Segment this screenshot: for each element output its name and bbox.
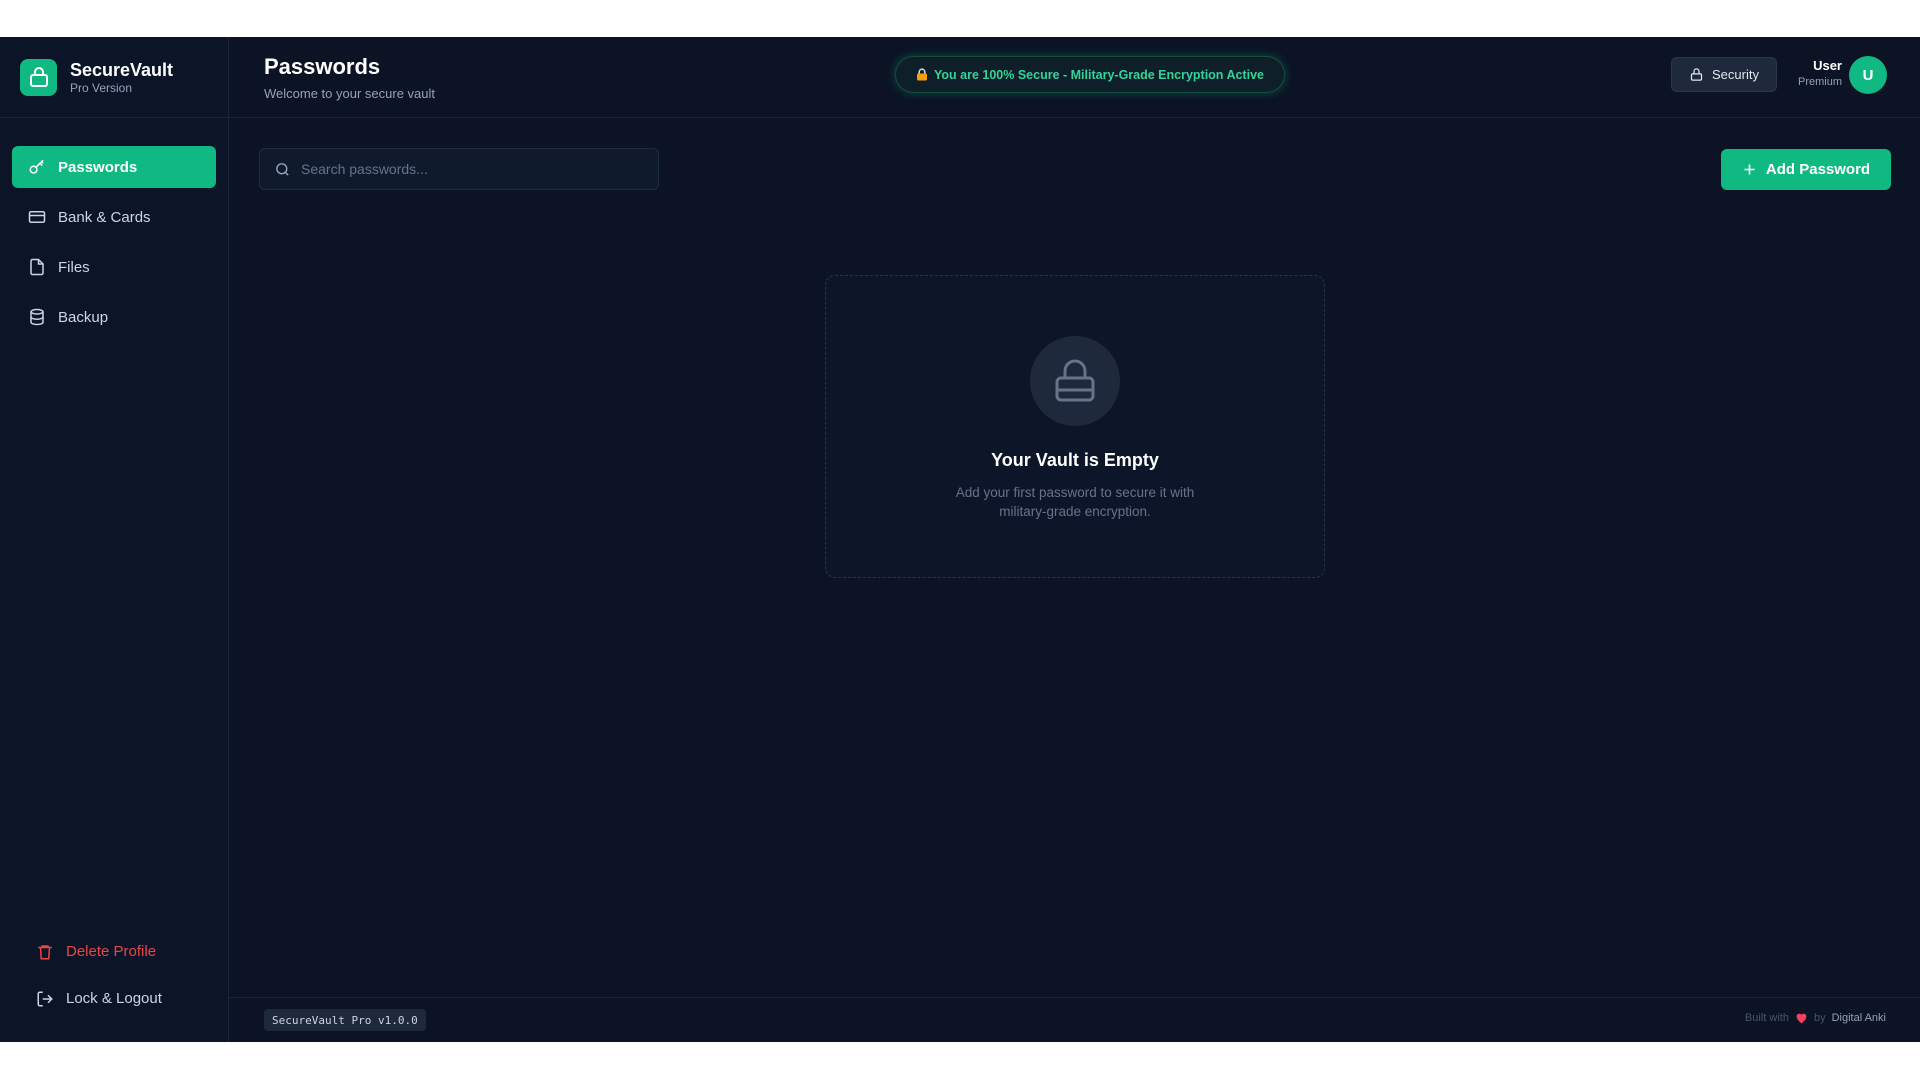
- sidebar-item-bank-cards[interactable]: Bank & Cards: [12, 196, 216, 238]
- security-status-text: You are 100% Secure - Military-Grade Enc…: [934, 67, 1264, 82]
- security-button[interactable]: Security: [1671, 57, 1777, 92]
- app-window: SecureVault Pro Version Passwords Bank &…: [0, 37, 1920, 1042]
- by-text: by: [1813, 1012, 1826, 1024]
- delete-profile-button[interactable]: Delete Profile: [0, 928, 228, 975]
- credits: Built with by Digital Anki: [1745, 1012, 1886, 1024]
- logout-icon: [37, 991, 53, 1006]
- credit-card-icon: [28, 211, 46, 223]
- sidebar-item-label: Files: [58, 258, 90, 276]
- built-with-text: Built with: [1744, 1012, 1789, 1024]
- sidebar-item-files[interactable]: Files: [12, 246, 216, 288]
- brand-name: SecureVault: [70, 59, 174, 80]
- file-icon: [30, 258, 44, 276]
- plus-icon: [1744, 164, 1755, 175]
- sidebar: SecureVault Pro Version Passwords Bank &…: [0, 37, 229, 1042]
- sidebar-item-backup[interactable]: Backup: [12, 296, 216, 338]
- page-subtitle: Welcome to your secure vault: [264, 86, 435, 101]
- brand-sub: Pro Version: [70, 80, 133, 95]
- security-status-banner: You are 100% Secure - Military-Grade Enc…: [895, 56, 1285, 93]
- add-password-button[interactable]: Add Password: [1721, 149, 1891, 190]
- footer: SecureVault Pro v1.0.0 Built with by Dig…: [229, 997, 1920, 1042]
- search-icon: [276, 162, 289, 176]
- lock-logout-label: Lock & Logout: [66, 990, 162, 1007]
- empty-state-card: Your Vault is Empty Add your first passw…: [825, 275, 1325, 578]
- key-icon: [29, 159, 44, 174]
- brand: SecureVault Pro Version: [0, 37, 228, 118]
- lock-icon: [1690, 68, 1703, 81]
- sidebar-item-label: Bank & Cards: [58, 208, 151, 226]
- database-icon: [30, 308, 44, 326]
- sidebar-item-label: Backup: [58, 308, 109, 326]
- padlock-icon: [916, 68, 928, 81]
- heart-icon: [1795, 1012, 1808, 1024]
- main-content: Passwords Welcome to your secure vault Y…: [229, 37, 1920, 1042]
- page-title: Passwords: [264, 54, 381, 79]
- author-link[interactable]: Digital Anki: [1832, 1012, 1886, 1024]
- delete-profile-label: Delete Profile: [66, 943, 157, 960]
- header: Passwords Welcome to your secure vault Y…: [229, 37, 1920, 118]
- lock-logout-button[interactable]: Lock & Logout: [0, 975, 228, 1022]
- sidebar-item-label: Passwords: [58, 158, 138, 176]
- trash-icon: [38, 944, 52, 959]
- lock-icon: [1030, 336, 1120, 426]
- lock-icon: [20, 58, 57, 96]
- version-badge: SecureVault Pro v1.0.0: [264, 1009, 426, 1031]
- user-info: User Premium: [1784, 57, 1842, 90]
- empty-state-title: Your Vault is Empty: [991, 450, 1159, 470]
- empty-state-description: Add your first password to secure it wit…: [955, 485, 1195, 519]
- sidebar-item-passwords[interactable]: Passwords: [12, 146, 216, 188]
- search-box: [259, 148, 659, 190]
- user-name: User: [1813, 58, 1842, 73]
- sidebar-nav: Passwords Bank & Cards Files Backup: [0, 118, 228, 346]
- search-input[interactable]: [301, 161, 641, 177]
- security-button-label: Security: [1712, 67, 1759, 82]
- sidebar-bottom: Delete Profile Lock & Logout: [0, 928, 228, 1042]
- user-plan: Premium: [1797, 76, 1842, 88]
- avatar[interactable]: U: [1849, 56, 1887, 94]
- add-password-label: Add Password: [1765, 161, 1871, 178]
